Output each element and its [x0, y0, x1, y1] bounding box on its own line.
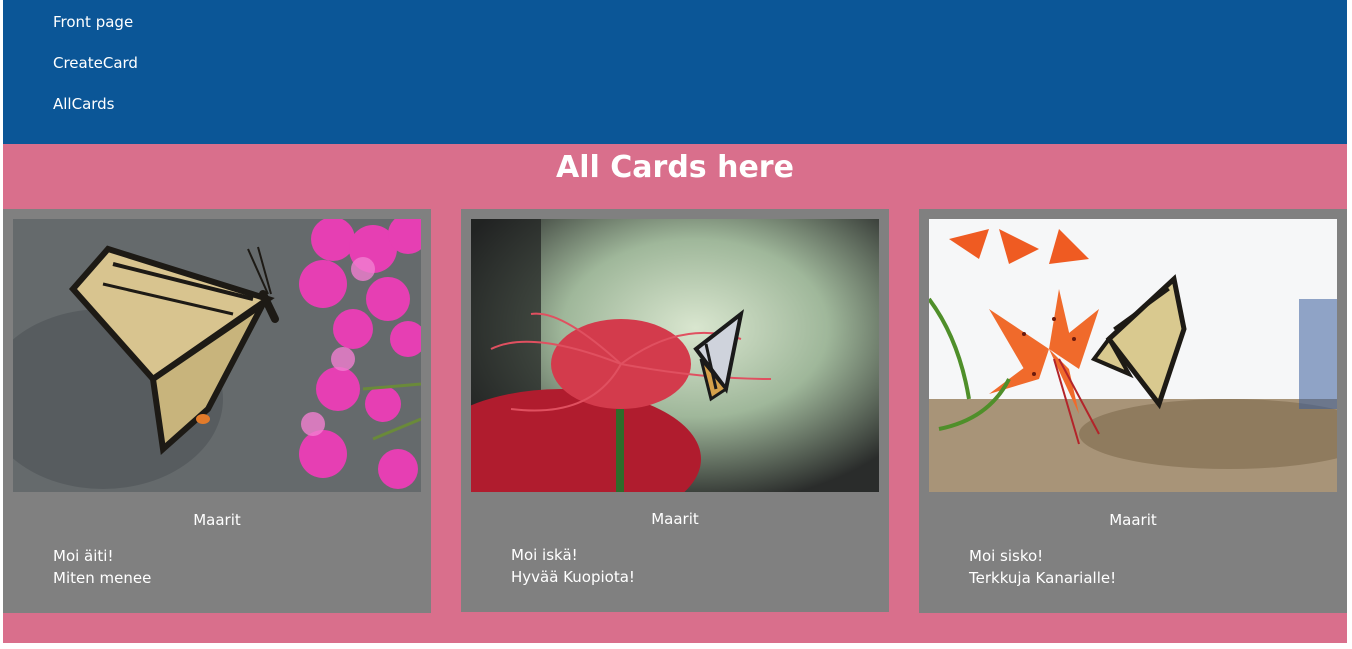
card-message: Moi iskä! Hyvää Kuopiota!	[511, 544, 635, 588]
card-message: Moi äiti! Miten menee	[53, 545, 151, 589]
card-message-line: Moi sisko!	[969, 547, 1044, 565]
nav-link-front-page[interactable]: Front page	[53, 11, 133, 33]
card-photo-butterfly-phlox	[13, 219, 421, 492]
butterfly-on-tiger-lily-image	[929, 219, 1337, 492]
card-message-line: Moi äiti!	[53, 547, 114, 565]
nav-item-front-page: Front page	[53, 11, 138, 52]
card-message-line: Hyvää Kuopiota!	[511, 568, 635, 586]
card-message-line: Terkkuja Kanarialle!	[969, 569, 1117, 587]
card-sender: Maarit	[651, 510, 699, 528]
nav-item-create-card: CreateCard	[53, 52, 138, 93]
card-message: Moi sisko! Terkkuja Kanarialle!	[969, 545, 1116, 589]
nav-link-create-card[interactable]: CreateCard	[53, 52, 138, 74]
card-message-line: Miten menee	[53, 569, 152, 587]
card-sender: Maarit	[193, 511, 241, 529]
card-photo-butterfly-tiger-lily	[929, 219, 1337, 492]
card-3: Maarit Moi sisko! Terkkuja Kanarialle!	[919, 209, 1347, 613]
top-navigation: Front page CreateCard AllCards	[3, 0, 1347, 144]
nav-link-all-cards[interactable]: AllCards	[53, 93, 115, 115]
main-content: All Cards here Maarit Moi äiti! Miten me…	[3, 144, 1347, 643]
nav-item-all-cards: AllCards	[53, 93, 138, 134]
page-title: All Cards here	[556, 150, 794, 185]
card-2: Maarit Moi iskä! Hyvää Kuopiota!	[461, 209, 889, 612]
card-1: Maarit Moi äiti! Miten menee	[3, 209, 431, 613]
card-sender: Maarit	[1109, 511, 1157, 529]
butterfly-on-pink-flowers-image	[13, 219, 421, 492]
butterfly-on-red-spider-lily-image	[471, 219, 879, 492]
app-frame: Front page CreateCard AllCards All Cards…	[3, 0, 1347, 643]
card-photo-butterfly-spider-lily	[471, 219, 879, 492]
card-message-line: Moi iskä!	[511, 546, 578, 564]
nav-list: Front page CreateCard AllCards	[53, 11, 138, 134]
